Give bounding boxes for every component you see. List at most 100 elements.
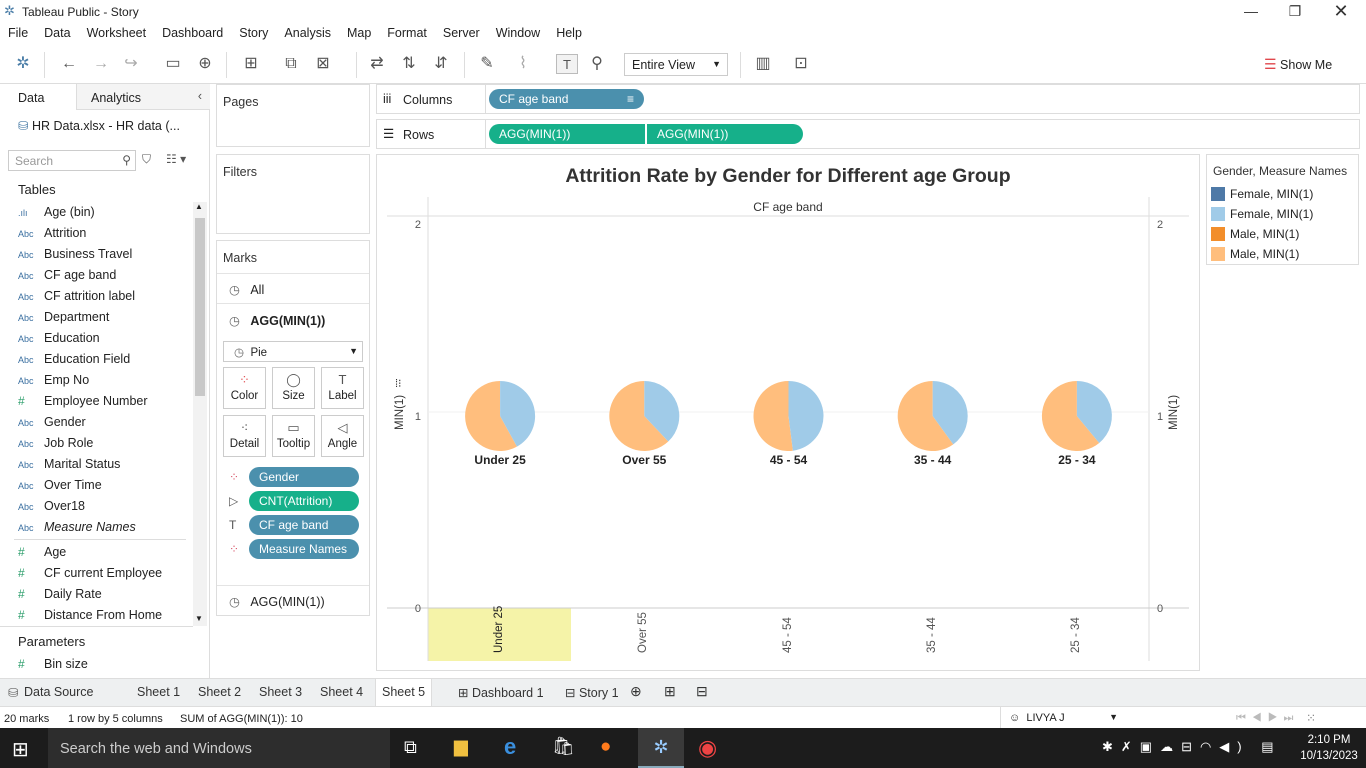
label-button[interactable]: T Label <box>321 367 364 409</box>
scroll-up-icon[interactable]: ▲ <box>195 202 203 211</box>
clear-sheet-icon[interactable]: ⊠ <box>312 54 334 74</box>
rows-shelf[interactable]: ☰ Rows AGG(MIN(1)) AGG(MIN(1)) <box>376 119 1360 149</box>
menu-item[interactable]: Data <box>36 24 78 40</box>
field-item[interactable]: Abc Education Field <box>18 349 193 370</box>
undo-icon[interactable]: ← <box>58 54 80 74</box>
x-tick-label[interactable]: 25 - 34 <box>1070 617 1082 653</box>
parameter-item[interactable]: # Bin size <box>18 654 193 675</box>
sort-asc-icon[interactable]: ⇅ <box>398 54 420 74</box>
collapse-icon[interactable]: ‹ <box>198 89 202 103</box>
sheet-tab[interactable]: Sheet 2 <box>198 685 241 699</box>
field-item[interactable]: # Employee Number <box>18 391 193 412</box>
edge-icon[interactable]: e <box>504 734 516 760</box>
rows-pill-2[interactable]: AGG(MIN(1)) <box>647 124 803 144</box>
highlight-icon[interactable]: ✎ <box>476 54 498 74</box>
menu-item[interactable]: Worksheet <box>79 24 155 40</box>
field-item[interactable]: Abc Marital Status <box>18 454 193 475</box>
menu-item[interactable]: Dashboard <box>154 24 231 40</box>
sheet-tab[interactable]: ⛁ Data Source <box>8 685 93 700</box>
replay-icon[interactable]: ↪ <box>120 54 142 74</box>
menu-item[interactable]: Map <box>339 24 379 40</box>
pin-icon[interactable]: ⚲ <box>586 54 608 74</box>
field-item[interactable]: Abc Measure Names <box>18 517 193 538</box>
field-item[interactable]: Abc Over18 <box>18 496 193 517</box>
redo-icon[interactable]: → <box>90 54 112 74</box>
pages-card[interactable]: Pages <box>216 84 370 147</box>
x-tick-label[interactable]: 35 - 44 <box>926 617 938 653</box>
menu-item[interactable]: File <box>0 24 36 40</box>
filters-card[interactable]: Filters <box>216 154 370 234</box>
menu-item[interactable]: Analysis <box>276 24 339 40</box>
mark-type-select[interactable]: ◷ Pie ▼ <box>223 341 363 362</box>
view-list-icon[interactable]: ☷ ▾ <box>166 152 186 166</box>
chrome-icon[interactable]: ◉ <box>698 735 717 761</box>
save-icon[interactable]: ▭ <box>162 54 184 74</box>
field-item[interactable]: # Daily Rate <box>18 584 193 605</box>
mark-pill[interactable]: Gender <box>249 467 359 487</box>
swap-icon[interactable]: ⇄ <box>366 54 388 74</box>
legend-item[interactable]: Female, MIN(1) <box>1211 184 1313 204</box>
menu-item[interactable]: Server <box>435 24 488 40</box>
show-labels-icon[interactable]: T <box>556 54 578 74</box>
mark-pill[interactable]: CNT(Attrition) <box>249 491 359 511</box>
color-button[interactable]: ⁘ Color <box>223 367 266 409</box>
mark-pill[interactable]: CF age band <box>249 515 359 535</box>
x-tick-label[interactable]: Over 55 <box>637 612 649 653</box>
taskbar-search[interactable]: Search the web and Windows <box>48 728 390 768</box>
scrollbar-thumb[interactable] <box>195 218 205 396</box>
detail-button[interactable]: ⁖ Detail <box>223 415 266 457</box>
pie-slice-male[interactable] <box>753 381 793 451</box>
mark-pill[interactable]: Measure Names <box>249 539 359 559</box>
store-icon[interactable]: 🛍 <box>552 736 575 757</box>
menu-item[interactable]: Help <box>548 24 590 40</box>
filter-icon[interactable]: ⛉ <box>142 152 151 167</box>
new-dashboard-tab-icon[interactable]: ⊞ <box>664 683 676 700</box>
nav-arrows-icon[interactable]: ⏮◀▶⏭ <box>1236 712 1299 725</box>
field-item[interactable]: .ılı Age (bin) <box>18 202 193 223</box>
tab-data[interactable]: Data <box>0 84 76 110</box>
firefox-icon[interactable]: ● <box>600 736 611 758</box>
sheet-tab[interactable]: Sheet 5 <box>375 679 433 707</box>
tableau-taskbar-icon[interactable]: ✲ <box>638 728 684 768</box>
tooltip-button[interactable]: ▭ Tooltip <box>272 415 315 457</box>
new-worksheet-tab-icon[interactable]: ⊕ <box>630 683 642 700</box>
sheet-tab[interactable]: Sheet 1 <box>137 685 180 699</box>
field-item[interactable]: Abc Attrition <box>18 223 193 244</box>
field-item[interactable]: # CF current Employee <box>18 563 193 584</box>
marks-agg[interactable]: ◷ AGG(MIN(1)) <box>217 303 369 335</box>
pie-slice-female[interactable] <box>788 381 824 451</box>
menu-item[interactable]: Window <box>488 24 548 40</box>
rows-pill-1[interactable]: AGG(MIN(1)) <box>489 124 645 144</box>
field-item[interactable]: Abc Gender <box>18 412 193 433</box>
legend-item[interactable]: Female, MIN(1) <box>1211 204 1313 224</box>
size-button[interactable]: ◯ Size <box>272 367 315 409</box>
field-item[interactable]: Abc CF attrition label <box>18 286 193 307</box>
axis-icon[interactable]: ⁞⁝ <box>395 377 402 390</box>
new-datasource-icon[interactable]: ⊕ <box>194 54 216 74</box>
marks-all[interactable]: ◷ All <box>217 273 369 303</box>
sheet-tab[interactable]: Sheet 4 <box>320 685 363 699</box>
field-item[interactable]: Abc Job Role <box>18 433 193 454</box>
viz-area[interactable]: Attrition Rate by Gender for Different a… <box>376 154 1200 671</box>
legend-item[interactable]: Male, MIN(1) <box>1211 244 1299 264</box>
fit-dropdown[interactable]: Entire View ▼ <box>624 53 728 76</box>
restore-button[interactable]: ❐ <box>1272 0 1318 24</box>
new-story-tab-icon[interactable]: ⊟ <box>696 683 708 700</box>
show-me-button[interactable]: ☰ Show Me <box>1264 56 1332 73</box>
sort-desc-icon[interactable]: ⇵ <box>430 54 452 74</box>
x-tick-label[interactable]: 45 - 54 <box>782 617 794 653</box>
task-view-icon[interactable]: ⧉ <box>404 737 417 758</box>
field-item[interactable]: Abc Emp No <box>18 370 193 391</box>
field-item[interactable]: Abc Business Travel <box>18 244 193 265</box>
show-cards-icon[interactable]: ▥ <box>752 54 774 74</box>
clock[interactable]: 2:10 PM 10/13/2023 <box>1298 732 1360 764</box>
menu-item[interactable]: Story <box>231 24 276 40</box>
datasource-item[interactable]: ⛁ HR Data.xlsx - HR data (... <box>18 118 180 133</box>
field-item[interactable]: Abc CF age band <box>18 265 193 286</box>
field-item[interactable]: Abc Department <box>18 307 193 328</box>
legend-item[interactable]: Male, MIN(1) <box>1211 224 1299 244</box>
presentation-icon[interactable]: ⊡ <box>790 54 812 74</box>
x-tick-label[interactable]: Under 25 <box>493 606 505 653</box>
close-button[interactable]: ✕ <box>1318 0 1364 24</box>
sheet-tab[interactable]: ⊟ Story 1 <box>565 685 619 700</box>
